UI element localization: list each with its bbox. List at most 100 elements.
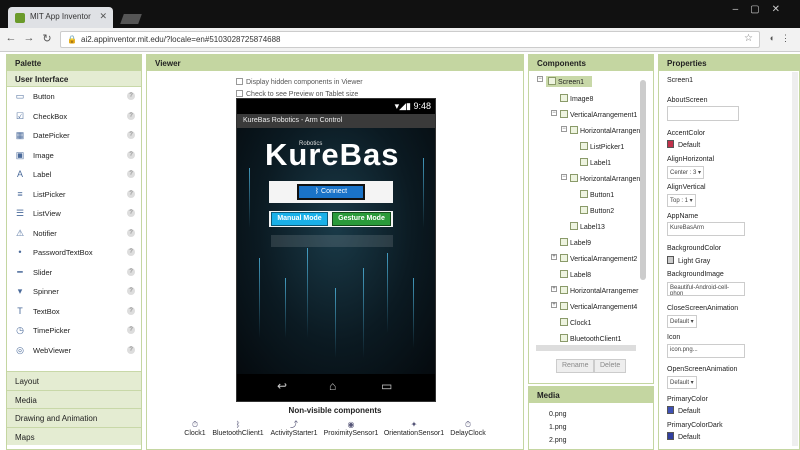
align-vertical-select[interactable]: Top : 1 ▾ (667, 194, 696, 207)
palette-section-user-interface[interactable]: User Interface (7, 71, 141, 87)
nonvisible-delayclock[interactable]: ⏱ DelayClock (448, 420, 488, 437)
expand-icon[interactable]: + (551, 302, 557, 308)
palette-item-passwordtextbox[interactable]: • PasswordTextBox? (7, 243, 141, 263)
tree-node-horizontalarrangement-a[interactable]: − HorizontalArrangen (561, 126, 640, 135)
reload-icon[interactable]: ↻ (40, 32, 54, 46)
help-icon[interactable]: ? (127, 92, 135, 100)
help-icon[interactable]: ? (127, 111, 135, 120)
gesture-mode-button[interactable]: Gesture Mode (332, 212, 391, 226)
palette-item-listpicker[interactable]: ≡ ListPicker? (7, 185, 141, 205)
url-field[interactable]: 🔒 ai2.appinventor.mit.edu/?locale=en#510… (60, 31, 760, 48)
palette-item-datepicker[interactable]: ▦ DatePicker? (7, 126, 141, 146)
tree-node-horizontalarrangement-b[interactable]: − HorizontalArrangen (561, 174, 640, 183)
help-icon[interactable]: ? (127, 345, 135, 354)
tree-node-verticalarrangement4[interactable]: + VerticalArrangement4 (551, 302, 637, 311)
palette-item-button[interactable]: ▭ Button? (7, 87, 141, 107)
help-icon[interactable]: ? (127, 131, 135, 139)
nonvisible-orientation[interactable]: ✦ OrientationSensor1 (380, 420, 448, 437)
tree-node-listpicker1[interactable]: ListPicker1 (580, 142, 624, 151)
window-controls[interactable]: –▢✕ (733, 4, 792, 15)
palette-category-maps[interactable]: Maps (7, 426, 141, 445)
properties-scrollbar[interactable] (792, 72, 798, 446)
align-horizontal-select[interactable]: Center : 3 ▾ (667, 166, 705, 179)
delete-button[interactable]: Delete (594, 359, 627, 373)
nav-home-icon[interactable]: ⌂ (329, 379, 336, 393)
help-icon[interactable]: ? (127, 287, 135, 295)
close-tab-icon[interactable]: ✕ (99, 11, 107, 22)
palette-item-label[interactable]: A Label? (7, 165, 141, 185)
palette-item-image[interactable]: ▣ Image? (7, 146, 141, 166)
palette-category-media[interactable]: Media (7, 389, 141, 408)
tablet-preview-checkbox[interactable]: Check to see Preview on Tablet size (236, 90, 358, 98)
nonvisible-activity[interactable]: ⤴ ActivityStarter1 (266, 420, 322, 437)
tree-node-verticalarrangement2[interactable]: + VerticalArrangement2 (551, 254, 637, 263)
tree-node-bluetoothclient1[interactable]: BluetoothClient1 (560, 334, 621, 343)
close-animation-select[interactable]: Default ▾ (667, 315, 697, 328)
display-hidden-checkbox[interactable]: Display hidden components in Viewer (236, 78, 363, 86)
background-image-picker[interactable]: Beautiful-Android-cell-phon (667, 282, 745, 296)
help-icon[interactable]: ? (127, 228, 135, 237)
media-item[interactable]: 1.png (549, 424, 567, 431)
help-icon[interactable]: ? (127, 170, 135, 178)
tree-node-label9[interactable]: Label9 (560, 238, 591, 247)
accent-color-picker[interactable]: Default (667, 140, 700, 149)
tree-node-button2[interactable]: Button2 (580, 206, 614, 215)
collapse-icon[interactable]: − (537, 76, 543, 82)
collapse-icon[interactable]: − (561, 126, 567, 132)
manual-mode-button[interactable]: Manual Mode (271, 212, 328, 226)
help-icon[interactable]: ? (127, 306, 135, 315)
new-tab-button[interactable] (120, 14, 142, 24)
primary-dark-color-picker[interactable]: Default (667, 432, 700, 441)
media-item[interactable]: 0.png (549, 411, 567, 418)
open-animation-select[interactable]: Default ▾ (667, 376, 697, 389)
browser-tab[interactable]: MIT App Inventor ✕ (8, 7, 113, 29)
palette-item-slider[interactable]: ━ Slider? (7, 263, 141, 283)
tree-node-screen1[interactable]: − Screen1 (537, 76, 592, 87)
about-screen-textarea[interactable] (667, 106, 739, 121)
palette-category-drawing[interactable]: Drawing and Animation (7, 408, 141, 427)
rename-button[interactable]: Rename (556, 359, 595, 373)
expand-icon[interactable]: + (551, 254, 557, 260)
palette-item-spinner[interactable]: ▾ Spinner? (7, 282, 141, 302)
palette-item-checkbox[interactable]: ☑ CheckBox? (7, 107, 141, 127)
tree-node-horizontalarrangement-c[interactable]: + HorizontalArrangemer (551, 286, 638, 295)
collapse-icon[interactable]: − (551, 110, 557, 116)
help-icon[interactable]: ? (127, 326, 135, 334)
help-icon[interactable]: ? (127, 209, 135, 217)
help-icon[interactable]: ? (127, 189, 135, 198)
app-name-input[interactable]: KureBasArm (667, 222, 745, 236)
tree-node-verticalarrangement1[interactable]: − VerticalArrangement1 (551, 110, 637, 119)
palette-item-webviewer[interactable]: ◎ WebViewer? (7, 341, 141, 361)
components-horizontal-scrollbar[interactable] (536, 345, 636, 351)
nonvisible-proximity[interactable]: ◉ ProximitySensor1 (320, 420, 382, 437)
tree-node-label8[interactable]: Label8 (560, 270, 591, 279)
back-icon[interactable]: ← (4, 32, 18, 46)
nav-recent-icon[interactable]: ▭ (381, 379, 392, 393)
expand-icon[interactable]: + (551, 286, 557, 292)
help-icon[interactable]: ? (127, 248, 135, 256)
tree-node-label13[interactable]: Label13 (570, 222, 605, 231)
palette-item-textbox[interactable]: T TextBox? (7, 302, 141, 322)
tree-node-label1[interactable]: Label1 (580, 158, 611, 167)
connect-button[interactable]: ᛒ Connect (297, 184, 365, 200)
media-item[interactable]: 2.png (549, 437, 567, 444)
icon-picker[interactable]: icon.png... (667, 344, 745, 358)
tree-node-button1[interactable]: Button1 (580, 190, 614, 199)
palette-item-notifier[interactable]: ⚠ Notifier? (7, 224, 141, 244)
nonvisible-bluetooth[interactable]: ᛒ BluetoothClient1 (208, 420, 268, 437)
tree-node-image8[interactable]: Image8 (560, 94, 593, 103)
browser-menu-icon[interactable]: ◐⋮ (770, 33, 796, 44)
primary-color-picker[interactable]: Default (667, 406, 700, 415)
bookmark-star-icon[interactable]: ☆ (744, 33, 753, 44)
palette-category-layout[interactable]: Layout (7, 371, 141, 390)
help-icon[interactable]: ? (127, 150, 135, 159)
collapse-icon[interactable]: − (561, 174, 567, 180)
palette-item-listview[interactable]: ☰ ListView? (7, 204, 141, 224)
palette-item-timepicker[interactable]: ◷ TimePicker? (7, 321, 141, 341)
components-vertical-scrollbar[interactable] (640, 80, 646, 280)
tree-node-clock1[interactable]: Clock1 (560, 318, 591, 327)
nav-back-icon[interactable]: ↩ (277, 379, 287, 393)
background-color-picker[interactable]: Light Gray (667, 256, 710, 265)
help-icon[interactable]: ? (127, 267, 135, 276)
forward-icon[interactable]: → (22, 32, 36, 46)
